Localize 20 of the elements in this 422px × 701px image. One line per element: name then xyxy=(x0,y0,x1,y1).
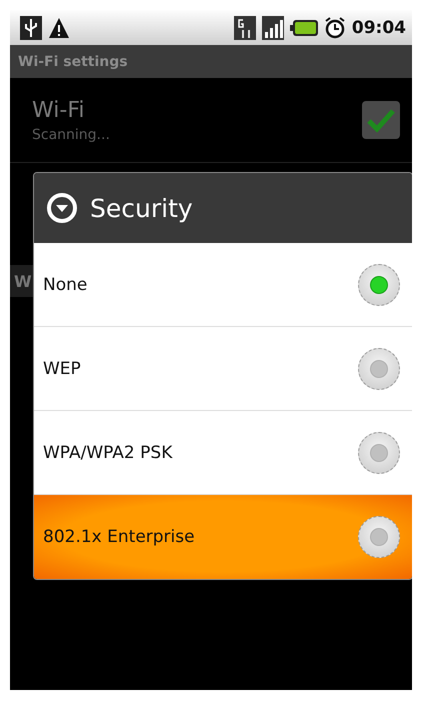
clock-time: 09:04 xyxy=(352,18,406,38)
radio-button[interactable] xyxy=(358,264,400,306)
option-item[interactable]: WEP xyxy=(34,327,412,411)
setting-title: Wi-Fi xyxy=(32,98,86,122)
radio-button[interactable] xyxy=(358,348,400,390)
setting-summary: Scanning... xyxy=(32,126,111,142)
radio-button[interactable] xyxy=(358,432,400,474)
dropdown-icon xyxy=(46,192,78,224)
option-item[interactable]: 802.1x Enterprise xyxy=(34,495,412,579)
radio-button[interactable] xyxy=(358,516,400,558)
data-icon xyxy=(234,16,256,40)
option-item[interactable]: WPA/WPA2 PSK xyxy=(34,411,412,495)
option-item[interactable]: None xyxy=(34,243,412,327)
usb-icon xyxy=(20,16,42,40)
warning-icon xyxy=(48,16,70,40)
title-bar: Wi-Fi settings xyxy=(10,45,412,78)
signal-icon xyxy=(262,16,284,40)
dialog-title: Security xyxy=(90,194,193,222)
alarm-icon xyxy=(324,16,346,40)
checkbox[interactable] xyxy=(362,101,400,139)
